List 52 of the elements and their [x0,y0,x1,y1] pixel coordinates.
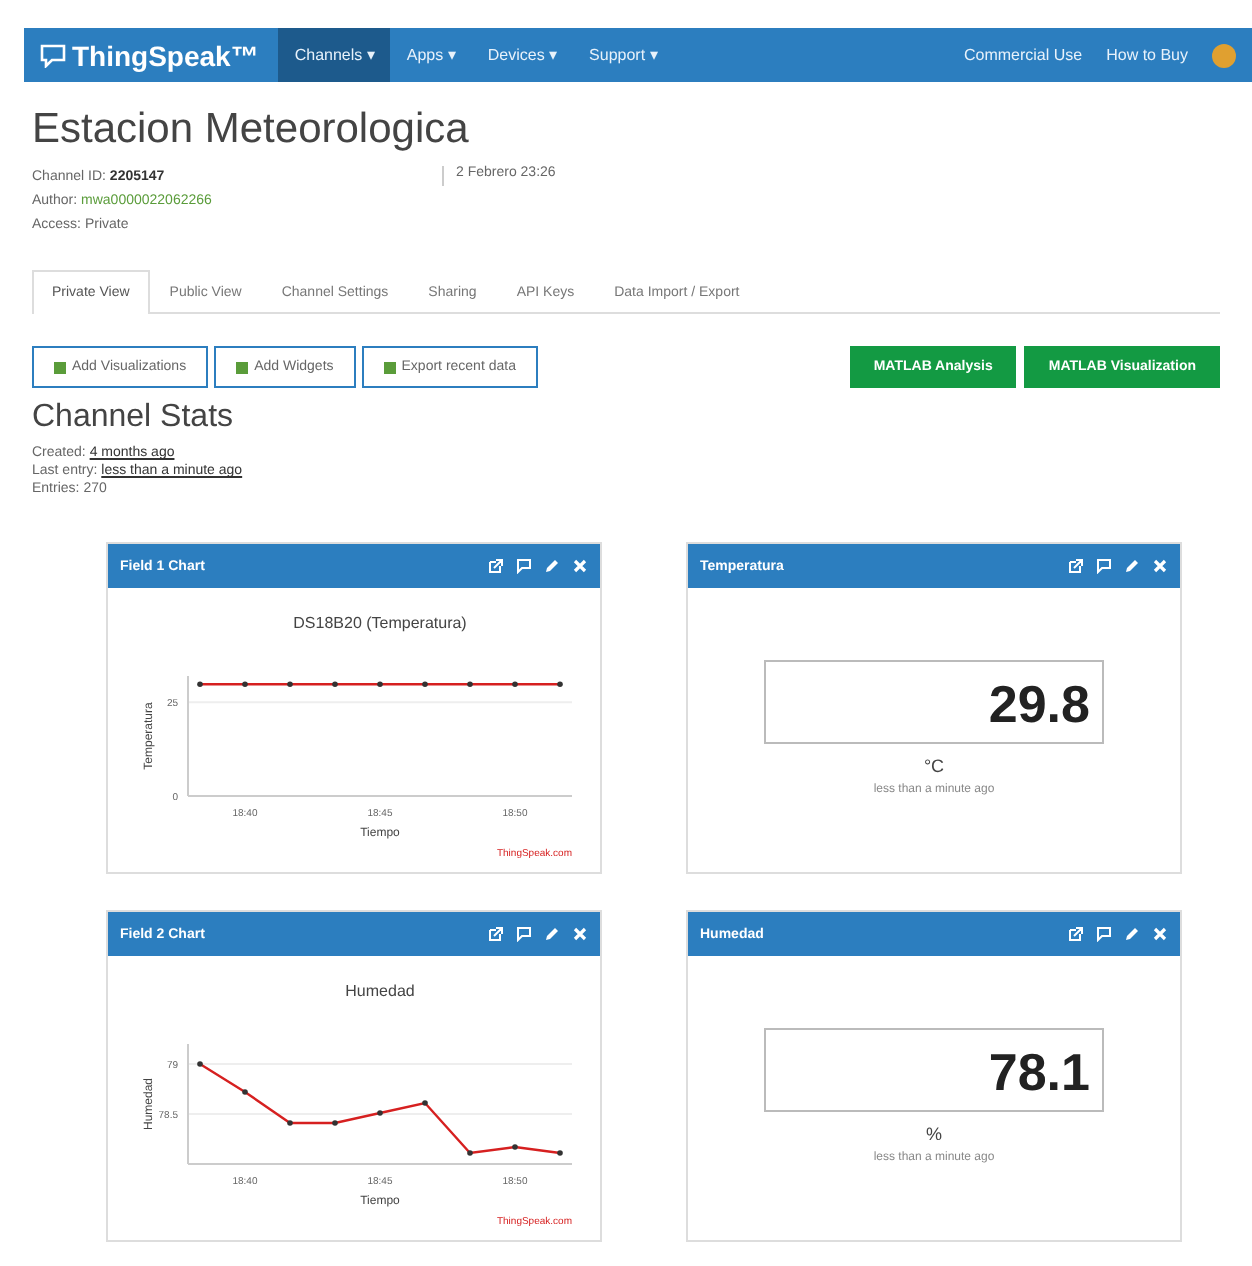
nav-link[interactable]: How to Buy [1094,46,1200,64]
unit-label: °C [923,756,945,776]
close-icon[interactable] [572,558,588,574]
comment-icon[interactable] [1096,558,1112,574]
data-point [467,681,473,688]
comment-icon[interactable] [516,558,532,574]
data-point [422,681,428,688]
unit-label: % [925,1124,942,1144]
nav-menu[interactable]: Devices ▾ [471,28,574,82]
external-link-icon[interactable] [488,558,504,574]
nav-menu[interactable]: Support ▾ [573,28,674,82]
pencil-icon[interactable] [1124,558,1140,574]
square-icon [383,361,396,373]
data-point [197,681,203,688]
data-point [332,681,338,688]
data-point [377,681,383,688]
square-icon [236,361,249,373]
external-link-icon[interactable] [1068,926,1084,942]
nav-menu[interactable]: Apps ▾ [390,28,472,82]
comment-icon[interactable] [516,926,532,942]
pencil-icon[interactable] [1124,926,1140,942]
close-icon[interactable] [1152,558,1168,574]
data-point [467,1150,473,1156]
square-icon [54,361,66,373]
data-point [287,681,293,688]
data-point [422,1100,428,1106]
data-point [287,1120,293,1126]
chart-title: DS18B20 (Temperatura) [293,614,467,632]
external-link-icon[interactable] [1068,558,1084,574]
pencil-icon[interactable] [544,926,560,942]
nav-menu[interactable]: Channels ▾ [278,28,391,82]
channel-title: Estacion Meteorologica [32,106,471,154]
value-display: 29.8 [764,660,1104,744]
data-point [557,681,563,688]
data-point [242,681,248,688]
data-point [512,681,518,688]
value-display: 78.1 [764,1028,1104,1112]
close-icon[interactable] [1152,926,1168,942]
pencil-icon[interactable] [544,558,560,574]
comment-icon[interactable] [1096,926,1112,942]
data-point [512,1144,518,1150]
data-point [377,1110,383,1116]
nav-link[interactable]: Commercial Use [951,46,1095,64]
close-icon[interactable] [572,926,588,942]
data-point [197,1061,203,1067]
data-point [557,1150,563,1156]
external-link-icon[interactable] [488,926,504,942]
data-point [242,1089,248,1095]
data-point [332,1120,338,1126]
brand-logo[interactable]: ThingSpeak™ [24,39,279,71]
chart-title: Humedad [345,982,415,1000]
section-title: Channel Stats [32,400,236,436]
